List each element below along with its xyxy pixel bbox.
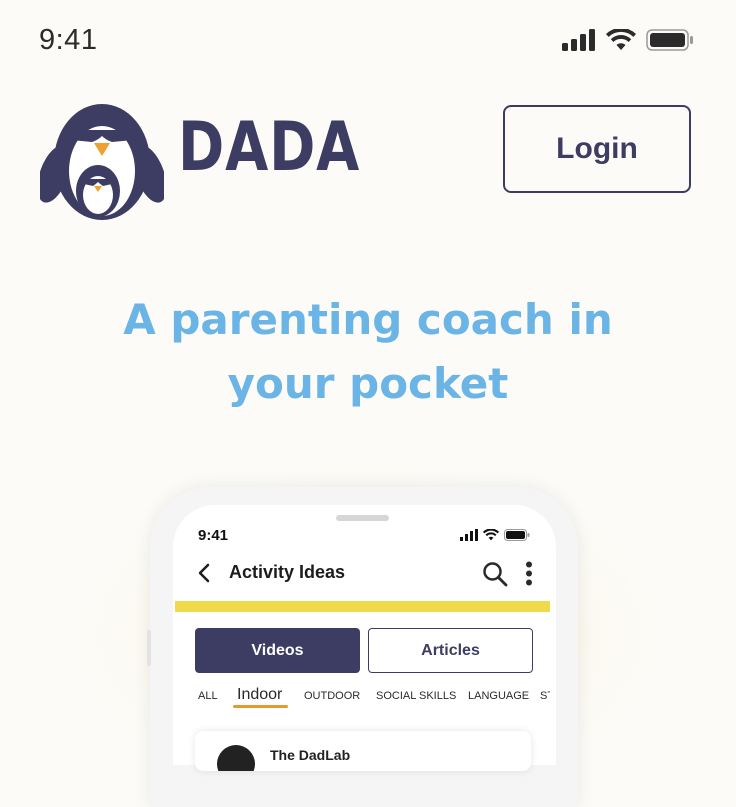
status-time: 9:41 (39, 24, 98, 56)
category-language[interactable]: LANGUAGE (468, 690, 529, 702)
phone-status-time: 9:41 (198, 527, 229, 544)
back-chevron-icon[interactable] (196, 562, 212, 584)
category-filter-bar: ALL Indoor OUTDOOR SOCIAL SKILLS LANGUAG… (175, 686, 550, 716)
phone-speaker (336, 515, 389, 521)
phone-side-button (147, 630, 151, 666)
kebab-menu-icon[interactable] (525, 561, 533, 587)
category-social-skills[interactable]: SOCIAL SKILLS (376, 690, 456, 702)
wifi-icon (483, 529, 499, 541)
signal-icon (460, 529, 478, 541)
brand-name: DADA (178, 108, 361, 187)
signal-icon (562, 29, 595, 51)
video-card-title: The DadLab (270, 747, 351, 763)
status-icons (562, 29, 694, 51)
tab-articles[interactable]: Articles (368, 628, 533, 673)
active-category-underline (233, 705, 288, 708)
tagline-line-2: your pocket (227, 359, 509, 408)
battery-icon (504, 529, 530, 541)
category-all[interactable]: ALL (198, 690, 218, 702)
tab-videos[interactable]: Videos (195, 628, 360, 673)
phone-page-title: Activity Ideas (229, 562, 346, 582)
category-indoor[interactable]: Indoor (237, 686, 282, 704)
tagline-line-1: A parenting coach in (123, 295, 613, 344)
wifi-icon (606, 29, 636, 50)
hero-tagline: A parenting coach in your pocket (0, 288, 736, 416)
battery-icon (646, 29, 693, 51)
search-icon[interactable] (482, 561, 508, 587)
header-accent-bar (175, 601, 550, 612)
category-st[interactable]: ST (540, 690, 550, 702)
penguin-logo-icon (40, 104, 164, 220)
category-outdoor[interactable]: OUTDOOR (304, 690, 360, 702)
login-button[interactable]: Login (503, 105, 691, 193)
phone-status-icons (460, 529, 530, 541)
avatar (217, 745, 255, 771)
status-bar: 9:41 (0, 0, 736, 82)
video-card[interactable]: The DadLab (195, 731, 531, 771)
